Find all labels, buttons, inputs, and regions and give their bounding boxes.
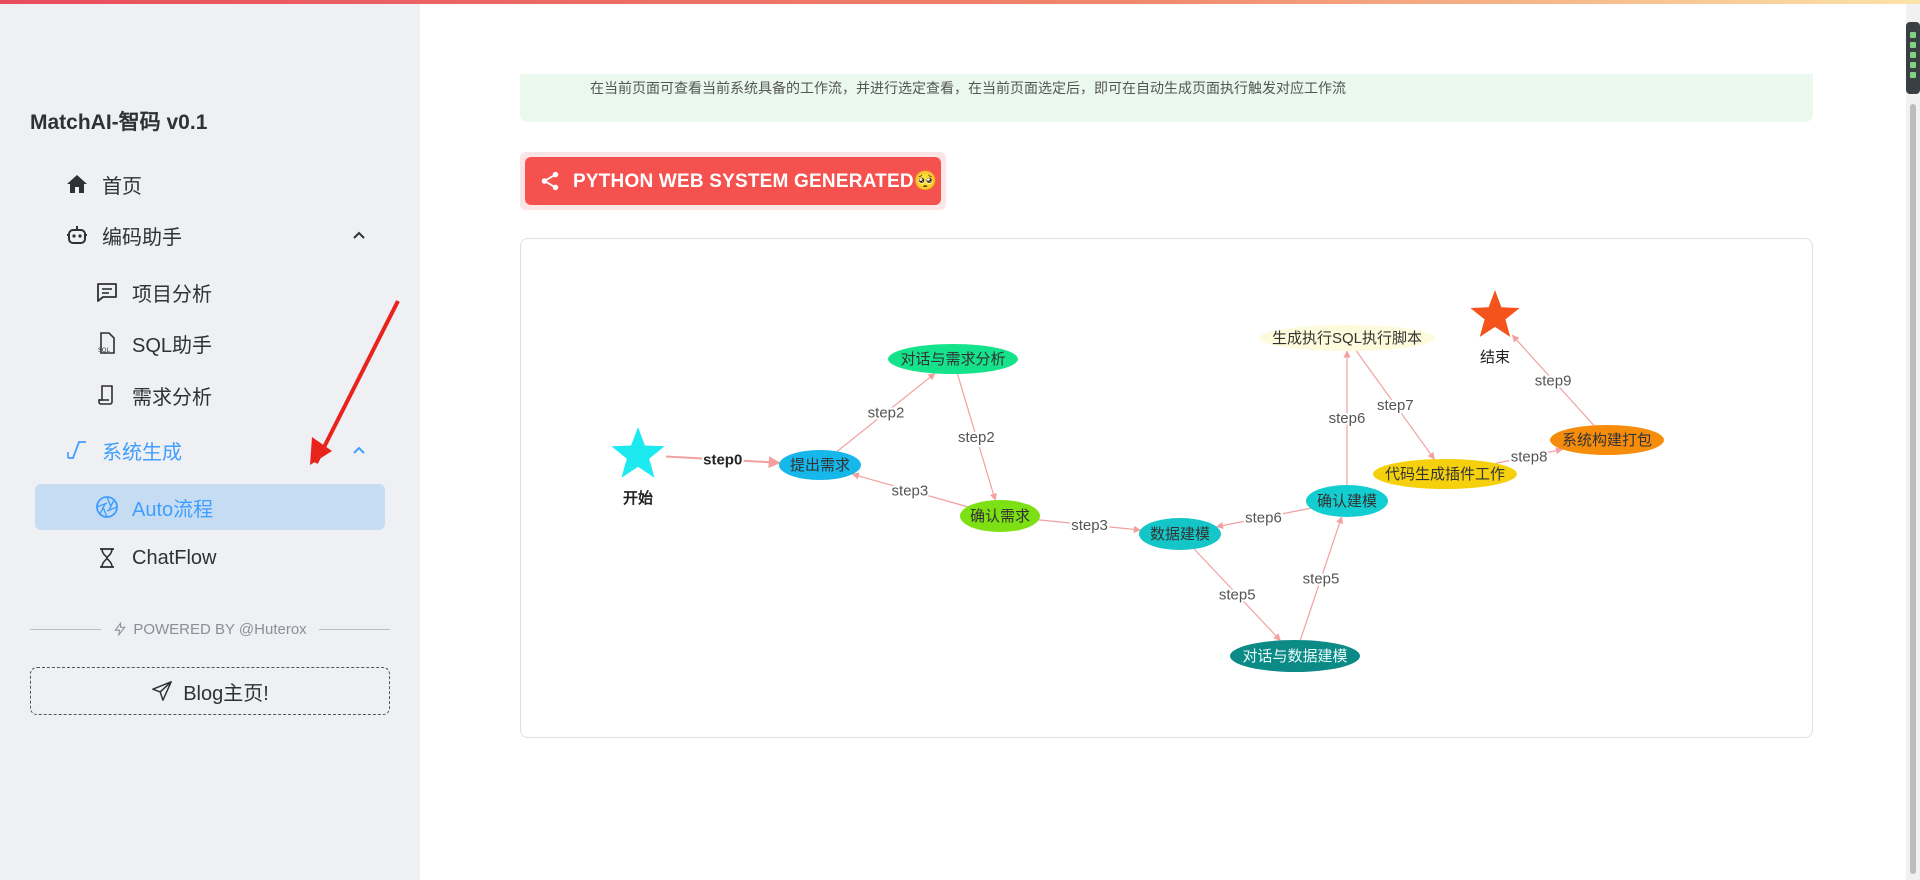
graph-node-label: 数据建模 xyxy=(1150,526,1210,543)
graph-edge-label: step6 xyxy=(1329,410,1366,427)
home-icon xyxy=(64,171,90,197)
graph-edge-label: step7 xyxy=(1377,397,1414,414)
comment-icon xyxy=(94,279,120,305)
aperture-icon xyxy=(94,494,120,520)
scrollbar-thumb[interactable] xyxy=(1910,104,1916,874)
graph-node-label: 生成执行SQL执行脚本 xyxy=(1272,330,1422,347)
curve-icon xyxy=(64,437,90,463)
menu-item-coding-assistant[interactable]: 编码助手 xyxy=(64,212,366,258)
hourglass-icon xyxy=(94,545,120,571)
graph-node-dialog_req[interactable]: 对话与需求分析 xyxy=(888,344,1018,374)
graph-edge-label: step3 xyxy=(1071,517,1108,534)
star-icon xyxy=(1470,290,1520,337)
menu-item-sql-assistant[interactable]: SQL SQL助手 xyxy=(94,320,212,366)
robot-icon xyxy=(64,222,90,248)
send-icon xyxy=(152,681,173,701)
graph-edge-label: step5 xyxy=(1303,570,1340,587)
top-gradient-bar xyxy=(0,0,1920,4)
graph-node-sql_script[interactable]: 生成执行SQL执行脚本 xyxy=(1259,325,1435,351)
menu-item-label: 编码助手 xyxy=(102,226,182,249)
menu-item-project-analysis[interactable]: 项目分析 xyxy=(94,269,212,315)
menu-item-chatflow[interactable]: ChatFlow xyxy=(94,535,216,581)
graph-edge-label: step9 xyxy=(1535,372,1572,389)
svg-text:SQL: SQL xyxy=(98,347,111,354)
graph-node-confirm_model[interactable]: 确认建模 xyxy=(1306,485,1388,517)
sql-file-icon: SQL xyxy=(94,330,120,356)
graph-node-code_gen[interactable]: 代码生成插件工作 xyxy=(1373,459,1517,489)
menu-item-auto-flow[interactable]: Auto流程 xyxy=(94,484,213,530)
widget-indicator xyxy=(1906,22,1920,94)
info-alert: 在当前页面可查看当前系统具备的工作流，并进行选定查看，在当前页面选定后，即可在自… xyxy=(520,74,1813,122)
graph-edge-label: step2 xyxy=(958,429,995,446)
graph-node-label: 确认建模 xyxy=(1317,493,1377,510)
star-icon xyxy=(611,427,665,478)
generate-button-label: PYTHON WEB SYSTEM GENERATED🥺 xyxy=(573,171,938,192)
graph-node-end[interactable]: 结束 xyxy=(1470,290,1520,366)
brand-title: MatchAI-智码 v0.1 xyxy=(30,111,208,134)
graph-node-label: 对话与需求分析 xyxy=(900,351,1005,368)
graph-edge-label: step3 xyxy=(892,482,929,499)
menu-item-label: ChatFlow xyxy=(132,546,217,569)
lightning-icon xyxy=(114,622,127,636)
graph-node-raise[interactable]: 提出需求 xyxy=(779,450,861,480)
share-icon xyxy=(541,171,559,191)
menu-item-label: 系统生成 xyxy=(102,441,182,464)
graph-node-start[interactable]: 开始 xyxy=(611,427,665,507)
graph-node-data_model[interactable]: 数据建模 xyxy=(1139,518,1221,550)
annotation-arrow xyxy=(310,300,400,465)
graph-edge-label: step2 xyxy=(868,404,905,421)
menu-item-label: 需求分析 xyxy=(132,386,212,409)
graph-edge-label: step0 xyxy=(703,452,742,469)
menu-item-requirement-analysis[interactable]: 需求分析 xyxy=(94,372,212,418)
graph-node-label: 结束 xyxy=(1480,349,1510,366)
workflow-graph[interactable]: step0 step2 step2 step3 step3 step5 step5 step6… xyxy=(520,238,1813,738)
blog-home-button[interactable]: Blog主页! xyxy=(30,667,390,715)
menu-item-label: Auto流程 xyxy=(132,498,214,521)
menu-item-home[interactable]: 首页 xyxy=(64,161,142,207)
generate-system-button[interactable]: PYTHON WEB SYSTEM GENERATED🥺 xyxy=(525,157,941,205)
graph-node-confirm_req[interactable]: 确认需求 xyxy=(960,500,1040,532)
graph-node-label: 提出需求 xyxy=(790,457,850,474)
graph-node-label: 系统构建打包 xyxy=(1562,432,1652,449)
blog-button-label: Blog主页! xyxy=(183,682,269,705)
graph-node-dialog_data[interactable]: 对话与数据建模 xyxy=(1230,640,1360,672)
menu-item-label: SQL助手 xyxy=(132,334,213,357)
graph-node-label: 确认需求 xyxy=(970,508,1030,525)
graph-edge-label: step8 xyxy=(1511,448,1548,465)
menu-item-label: 项目分析 xyxy=(132,283,212,306)
document-icon xyxy=(94,382,120,408)
powered-by-text: POWERED BY @Huterox xyxy=(133,620,307,638)
menu-item-label: 首页 xyxy=(102,175,142,198)
alert-text: 在当前页面可查看当前系统具备的工作流，并进行选定查看，在当前页面选定后，即可在自… xyxy=(590,80,1346,96)
graph-edge-label: step6 xyxy=(1245,510,1282,527)
graph-node-label: 代码生成插件工作 xyxy=(1385,466,1505,483)
powered-by-divider: POWERED BY @Huterox xyxy=(30,619,391,639)
graph-edge-label: step5 xyxy=(1219,587,1256,604)
chevron-up-icon[interactable] xyxy=(352,228,366,242)
graph-node-build[interactable]: 系统构建打包 xyxy=(1550,425,1664,455)
graph-node-label: 对话与数据建模 xyxy=(1242,648,1347,665)
graph-node-label: 开始 xyxy=(623,489,653,507)
